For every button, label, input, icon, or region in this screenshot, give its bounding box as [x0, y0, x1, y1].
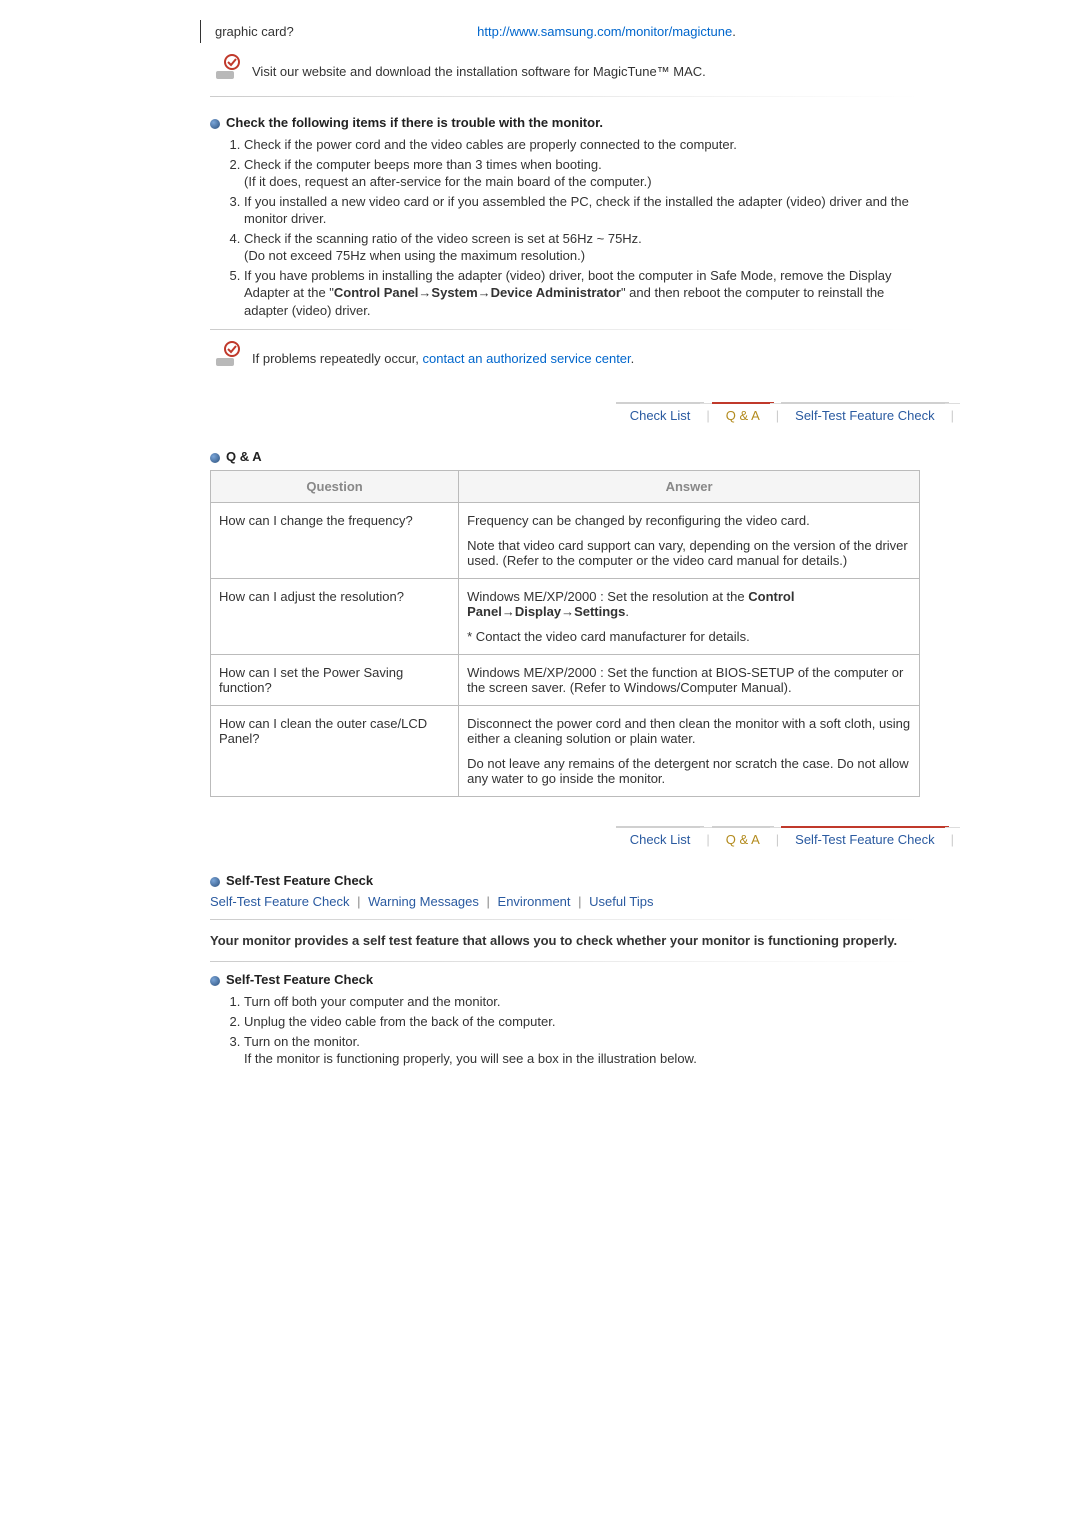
link-useful-tips[interactable]: Useful Tips	[589, 894, 653, 909]
mac-note-text: Visit our website and download the insta…	[252, 53, 718, 86]
qa-header-answer: Answer	[459, 471, 920, 503]
tab-check-list[interactable]: Check List	[616, 403, 705, 429]
check-item-4: Check if the scanning ratio of the video…	[244, 230, 920, 265]
divider	[210, 919, 920, 920]
bullet-icon	[210, 119, 220, 129]
divider	[210, 329, 920, 330]
selftest-links-row: Self-Test Feature Check | Warning Messag…	[210, 894, 920, 909]
repeat-note-suffix: .	[631, 351, 635, 366]
table-row: How can I set the Power Saving function?…	[211, 655, 920, 706]
selftest-steps: Turn off both your computer and the moni…	[210, 993, 920, 1067]
link-environment[interactable]: Environment	[498, 894, 571, 909]
mac-note-row: Visit our website and download the insta…	[210, 53, 718, 86]
qa-a3: Windows ME/XP/2000 : Set the function at…	[459, 655, 920, 706]
repeat-note-row: If problems repeatedly occur, contact an…	[210, 340, 646, 373]
divider	[210, 96, 920, 97]
check-item-3: If you installed a new video card or if …	[244, 193, 920, 228]
selftest-subhead: Self-Test Feature Check	[210, 972, 920, 987]
qa-q3: How can I set the Power Saving function?	[211, 655, 459, 706]
table-row: How can I change the frequency? Frequenc…	[211, 503, 920, 579]
check-item-1: Check if the power cord and the video ca…	[244, 136, 920, 154]
bullet-icon	[210, 877, 220, 887]
selftest-step-1: Turn off both your computer and the moni…	[244, 993, 920, 1011]
qa-q4: How can I clean the outer case/LCD Panel…	[211, 706, 459, 797]
section-tabs-1: Check List|Q & A|Self-Test Feature Check…	[120, 403, 960, 429]
bullet-icon	[210, 976, 220, 986]
check-item-2: Check if the computer beeps more than 3 …	[244, 156, 920, 191]
selftest-heading: Self-Test Feature Check	[210, 873, 920, 888]
link-self-test[interactable]: Self-Test Feature Check	[210, 894, 349, 909]
tab-self-test-2[interactable]: Self-Test Feature Check	[781, 827, 948, 853]
link-trail: .	[732, 24, 736, 39]
top-fragment-row: graphic card? http://www.samsung.com/mon…	[200, 20, 960, 43]
check-items-list: Check if the power cord and the video ca…	[210, 136, 920, 319]
mac-note-icon	[210, 53, 252, 86]
check-item-5: If you have problems in installing the a…	[244, 267, 920, 320]
qa-a2: Windows ME/XP/2000 : Set the resolution …	[459, 579, 920, 655]
qa-a1: Frequency can be changed by reconfigurin…	[459, 503, 920, 579]
tab-check-list-2[interactable]: Check List	[616, 827, 705, 853]
section-tabs-2: Check List|Q & A|Self-Test Feature Check…	[120, 827, 960, 853]
tab-self-test[interactable]: Self-Test Feature Check	[781, 403, 948, 429]
table-row: How can I adjust the resolution? Windows…	[211, 579, 920, 655]
link-warning-messages[interactable]: Warning Messages	[368, 894, 479, 909]
selftest-intro: Your monitor provides a self test featur…	[210, 933, 920, 948]
selftest-step-3: Turn on the monitor. If the monitor is f…	[244, 1033, 920, 1068]
qa-q2: How can I adjust the resolution?	[211, 579, 459, 655]
graphic-card-label: graphic card?	[211, 20, 473, 43]
service-center-link[interactable]: contact an authorized service center	[423, 351, 631, 366]
check-items-heading: Check the following items if there is tr…	[210, 115, 920, 130]
magictune-link[interactable]: http://www.samsung.com/monitor/magictune	[477, 24, 732, 39]
repeat-note-prefix: If problems repeatedly occur,	[252, 351, 423, 366]
tab-qa-2[interactable]: Q & A	[712, 827, 774, 853]
repeat-note-icon	[210, 340, 252, 373]
table-row: How can I clean the outer case/LCD Panel…	[211, 706, 920, 797]
qa-header-question: Question	[211, 471, 459, 503]
qa-q1: How can I change the frequency?	[211, 503, 459, 579]
divider	[210, 961, 920, 962]
qa-a4: Disconnect the power cord and then clean…	[459, 706, 920, 797]
qa-heading: Q & A	[210, 449, 920, 464]
bullet-icon	[210, 453, 220, 463]
qa-table: Question Answer How can I change the fre…	[210, 470, 920, 797]
selftest-step-2: Unplug the video cable from the back of …	[244, 1013, 920, 1031]
tab-qa[interactable]: Q & A	[712, 403, 774, 429]
